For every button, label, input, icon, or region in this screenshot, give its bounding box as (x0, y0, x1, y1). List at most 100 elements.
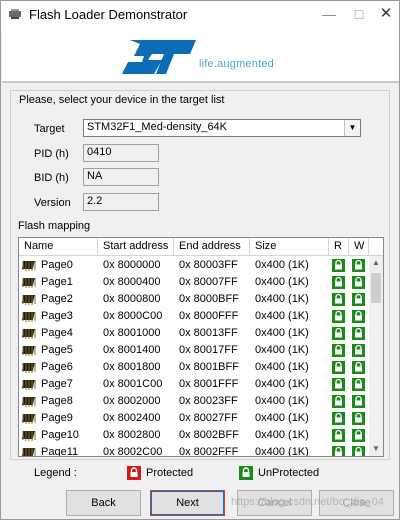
cell-size: 0x400 (1K) (255, 429, 309, 441)
cell-end: 0x 8002FFF (179, 446, 239, 457)
scroll-thumb[interactable] (371, 273, 381, 303)
memory-chip-icon (21, 363, 36, 373)
memory-chip-icon (21, 329, 36, 339)
cell-size: 0x400 (1K) (255, 276, 309, 288)
table-row[interactable]: Page6 0x 8001800 0x 8001BFF 0x400 (1K) (19, 359, 369, 376)
target-select[interactable]: STM32F1_Med-density_64K ▼ (83, 119, 361, 137)
cell-size: 0x400 (1K) (255, 361, 309, 373)
memory-chip-icon (21, 380, 36, 390)
cell-name: Page10 (41, 429, 79, 441)
write-lock-icon[interactable] (352, 429, 365, 442)
read-lock-icon[interactable] (332, 310, 345, 323)
read-lock-icon[interactable] (332, 446, 345, 457)
write-lock-icon[interactable] (352, 310, 365, 323)
read-lock-icon[interactable] (332, 293, 345, 306)
table-row[interactable]: Page1 0x 8000400 0x 80007FF 0x400 (1K) (19, 274, 369, 291)
cell-start: 0x 8002800 (103, 429, 161, 441)
scroll-down-icon[interactable]: ▼ (369, 442, 383, 456)
title-bar: Flash Loader Demonstrator — □ ✕ (1, 1, 399, 29)
column-header-write[interactable]: W (349, 238, 369, 256)
read-lock-icon[interactable] (332, 259, 345, 272)
cell-name: Page6 (41, 361, 73, 373)
memory-chip-icon (21, 261, 36, 271)
maximize-button[interactable]: □ (344, 4, 374, 24)
read-lock-icon[interactable] (332, 276, 345, 289)
cell-end: 0x 8002BFF (179, 429, 239, 441)
memory-chip-icon (21, 397, 36, 407)
table-row[interactable]: Page11 0x 8002C00 0x 8002FFF 0x400 (1K) (19, 444, 369, 457)
column-header-size[interactable]: Size (250, 238, 329, 256)
read-lock-icon[interactable] (332, 327, 345, 340)
cell-end: 0x 80003FF (179, 259, 238, 271)
legend-protected-text: Protected (146, 467, 194, 479)
write-lock-icon[interactable] (352, 378, 365, 391)
cell-start: 0x 8001C00 (103, 378, 163, 390)
column-header-read[interactable]: R (329, 238, 349, 256)
write-lock-icon[interactable] (352, 412, 365, 425)
version-field: 2.2 (83, 193, 159, 211)
table-row[interactable]: Page8 0x 8002000 0x 80023FF 0x400 (1K) (19, 393, 369, 410)
table-row[interactable]: Page2 0x 8000800 0x 8000BFF 0x400 (1K) (19, 291, 369, 308)
window-title: Flash Loader Demonstrator (29, 7, 188, 22)
read-lock-icon[interactable] (332, 344, 345, 357)
legend-unprotected-text: UnProtected (258, 467, 320, 479)
cell-size: 0x400 (1K) (255, 327, 309, 339)
scroll-up-icon[interactable]: ▲ (369, 256, 383, 270)
cell-end: 0x 8001FFF (179, 378, 239, 390)
cell-size: 0x400 (1K) (255, 446, 309, 457)
cell-start: 0x 8001000 (103, 327, 161, 339)
write-lock-icon[interactable] (352, 259, 365, 272)
read-lock-icon[interactable] (332, 412, 345, 425)
table-row[interactable]: Page9 0x 8002400 0x 80027FF 0x400 (1K) (19, 410, 369, 427)
cell-size: 0x400 (1K) (255, 378, 309, 390)
write-lock-icon[interactable] (352, 327, 365, 340)
pid-field: 0410 (83, 144, 159, 162)
cell-end: 0x 8000FFF (179, 310, 239, 322)
flash-mapping-label: Flash mapping (18, 220, 91, 232)
vertical-scrollbar[interactable]: ▲ ▼ (369, 256, 383, 456)
table-row[interactable]: Page0 0x 8000000 0x 80003FF 0x400 (1K) (19, 257, 369, 274)
cell-size: 0x400 (1K) (255, 310, 309, 322)
cell-name: Page8 (41, 395, 73, 407)
table-row[interactable]: Page4 0x 8001000 0x 80013FF 0x400 (1K) (19, 325, 369, 342)
cell-name: Page3 (41, 310, 73, 322)
back-button[interactable]: Back (66, 490, 141, 516)
column-header-end[interactable]: End address (174, 238, 250, 256)
cell-size: 0x400 (1K) (255, 412, 309, 424)
table-row[interactable]: Page5 0x 8001400 0x 80017FF 0x400 (1K) (19, 342, 369, 359)
legend-label: Legend : (34, 467, 77, 479)
write-lock-icon[interactable] (352, 361, 365, 374)
cell-start: 0x 8002400 (103, 412, 161, 424)
cell-name: Page0 (41, 259, 73, 271)
window-close-button[interactable]: ✕ (371, 4, 400, 24)
write-lock-icon[interactable] (352, 446, 365, 457)
next-button[interactable]: Next (150, 490, 225, 516)
cell-end: 0x 8001BFF (179, 361, 239, 373)
write-lock-icon[interactable] (352, 276, 365, 289)
memory-chip-icon (21, 431, 36, 441)
read-lock-icon[interactable] (332, 361, 345, 374)
write-lock-icon[interactable] (352, 293, 365, 306)
cell-end: 0x 80023FF (179, 395, 238, 407)
table-row[interactable]: Page10 0x 8002800 0x 8002BFF 0x400 (1K) (19, 427, 369, 444)
memory-chip-icon (21, 278, 36, 288)
cell-name: Page5 (41, 344, 73, 356)
chevron-down-icon[interactable]: ▼ (344, 120, 360, 136)
write-lock-icon[interactable] (352, 344, 365, 357)
read-lock-icon[interactable] (332, 378, 345, 391)
watermark: https://blog.csdn.net/bo_dia_04 (231, 496, 384, 508)
write-lock-icon[interactable] (352, 395, 365, 408)
table-row[interactable]: Page7 0x 8001C00 0x 8001FFF 0x400 (1K) (19, 376, 369, 393)
cell-start: 0x 8000C00 (103, 310, 163, 322)
read-lock-icon[interactable] (332, 395, 345, 408)
minimize-button[interactable]: — (314, 4, 344, 24)
flash-mapping-table[interactable]: Name Start address End address Size R W … (18, 237, 384, 457)
header-banner: life.augmented (2, 29, 399, 81)
column-header-name[interactable]: Name (19, 238, 98, 256)
column-header-start[interactable]: Start address (98, 238, 174, 256)
cell-end: 0x 80017FF (179, 344, 238, 356)
read-lock-icon[interactable] (332, 429, 345, 442)
target-label: Target (34, 123, 65, 135)
cell-end: 0x 8000BFF (179, 293, 239, 305)
table-row[interactable]: Page3 0x 8000C00 0x 8000FFF 0x400 (1K) (19, 308, 369, 325)
